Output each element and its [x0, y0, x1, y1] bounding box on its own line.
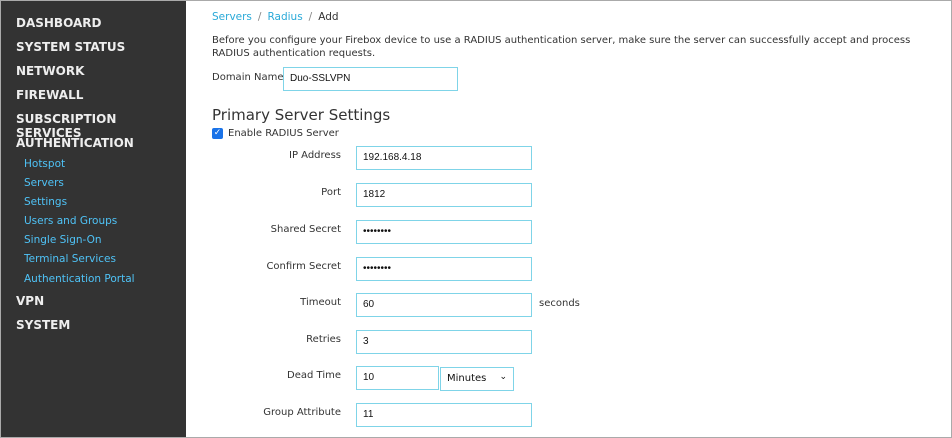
shared-secret-label: Shared Secret [270, 224, 341, 235]
nav-servers[interactable]: Servers [24, 177, 64, 189]
intro-text: Before you configure your Firebox device… [212, 35, 911, 59]
breadcrumb-radius[interactable]: Radius [267, 11, 302, 23]
dead-time-label: Dead Time [287, 370, 341, 381]
nav-hotspot[interactable]: Hotspot [24, 158, 65, 170]
nav-authentication[interactable]: AUTHENTICATION [16, 136, 134, 150]
nav-dashboard[interactable]: DASHBOARD [16, 16, 101, 30]
nav-network[interactable]: NETWORK [16, 64, 84, 78]
breadcrumb-servers[interactable]: Servers [212, 11, 252, 23]
nav-users-and-groups[interactable]: Users and Groups [24, 215, 117, 227]
breadcrumb: Servers / Radius / Add [212, 11, 339, 23]
nav-settings[interactable]: Settings [24, 196, 67, 208]
breadcrumb-current: Add [318, 11, 339, 23]
confirm-secret-label: Confirm Secret [266, 261, 341, 272]
nav-system[interactable]: SYSTEM [16, 318, 70, 332]
retries-input[interactable]: 3 [356, 330, 532, 354]
main-content: Servers / Radius / Add Before you configure … [186, 1, 951, 437]
enable-radius-label: Enable RADIUS Server [228, 128, 339, 139]
domain-name-input[interactable]: Duo-SSLVPN [283, 67, 458, 91]
nav-terminal-services[interactable]: Terminal Services [24, 253, 116, 265]
port-input[interactable]: 1812 [356, 183, 532, 207]
shared-secret-input[interactable]: •••••••• [356, 220, 532, 244]
section-title: Primary Server Settings [212, 106, 391, 124]
dead-time-unit-value: Minutes [447, 373, 487, 384]
group-attribute-label: Group Attribute [263, 407, 341, 418]
chevron-down-icon: ⌄ [499, 372, 507, 382]
timeout-input[interactable]: 60 [356, 293, 532, 317]
confirm-secret-input[interactable]: •••••••• [356, 257, 532, 281]
nav-vpn[interactable]: VPN [16, 294, 44, 308]
sidebar: DASHBOARD SYSTEM STATUS NETWORK FIREWALL… [1, 1, 186, 437]
ip-address-input[interactable]: 192.168.4.18 [356, 146, 532, 170]
enable-radius-checkbox[interactable]: ✓ [212, 128, 223, 139]
timeout-label: Timeout [300, 297, 341, 308]
group-attribute-input[interactable]: 11 [356, 403, 532, 427]
nav-single-sign-on[interactable]: Single Sign-On [24, 234, 102, 246]
port-label: Port [321, 187, 341, 198]
ip-address-label: IP Address [289, 150, 341, 161]
dead-time-input[interactable]: 10 [356, 366, 439, 390]
dead-time-unit-select[interactable]: Minutes ⌄ [440, 367, 514, 391]
breadcrumb-separator: / [257, 11, 262, 23]
nav-authentication-portal[interactable]: Authentication Portal [24, 273, 135, 285]
nav-firewall[interactable]: FIREWALL [16, 88, 83, 102]
breadcrumb-separator: / [308, 11, 313, 23]
nav-system-status[interactable]: SYSTEM STATUS [16, 40, 125, 54]
retries-label: Retries [306, 334, 341, 345]
timeout-unit: seconds [539, 298, 580, 309]
